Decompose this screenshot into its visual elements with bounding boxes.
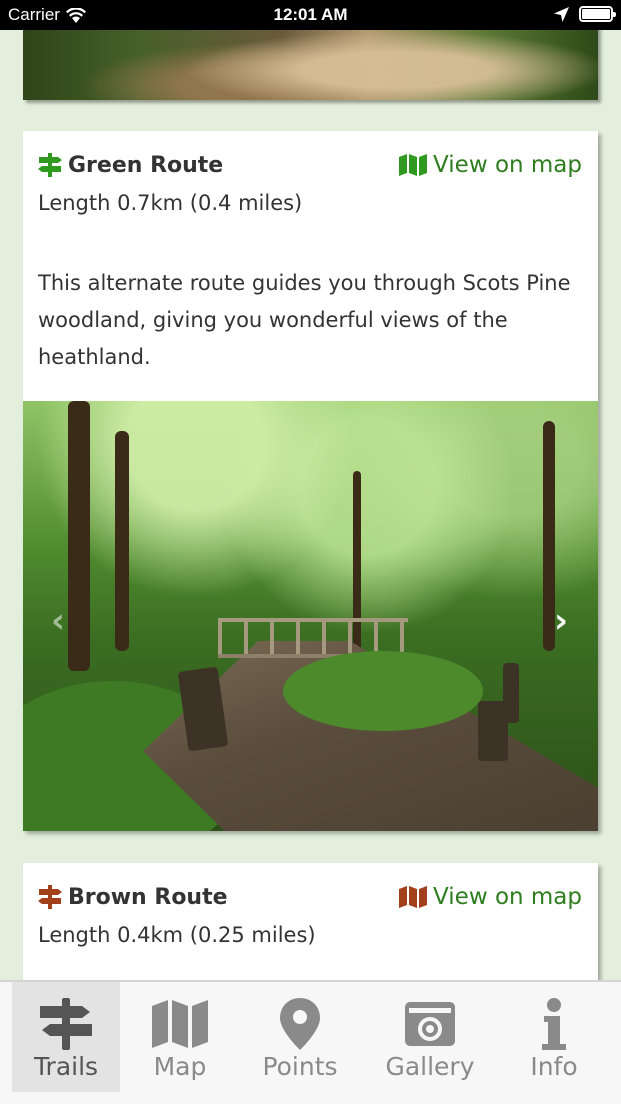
tree-stump [503,663,519,723]
tab-label: Points [262,1052,338,1081]
view-on-map-label: View on map [433,884,582,910]
route-length: Length 0.7km (0.4 miles) [38,191,303,215]
carousel-next-button[interactable]: › [554,601,568,641]
tab-points[interactable]: Points [246,982,354,1092]
pin-icon [280,998,320,1050]
battery-icon [579,6,616,22]
tab-bar: Trails Map Points Gallery Info [0,980,621,1104]
tab-label: Trails [33,1052,99,1081]
tab-label: Info [530,1052,578,1081]
map-icon [399,886,428,908]
status-bar: Carrier 12:01 AM [0,0,621,30]
info-icon [542,998,566,1050]
route-description: This alternate route guides you through … [38,271,571,369]
clock: 12:01 AM [273,5,348,24]
carousel-prev-button[interactable]: ‹ [51,601,65,641]
signpost-icon [38,153,62,177]
route-length: Length 0.4km (0.25 miles) [38,923,316,947]
location-arrow-icon [554,6,569,22]
trail-list[interactable]: Green Route View on map Length 0.7km (0.… [0,0,621,980]
tab-gallery[interactable]: Gallery [376,982,484,1092]
tab-trails[interactable]: Trails [12,982,120,1092]
camera-icon [405,1002,455,1046]
route-title: Green Route [68,153,224,178]
route-photo-carousel[interactable]: ‹ › [23,401,598,831]
map-icon [152,1000,208,1048]
tab-map[interactable]: Map [126,982,234,1092]
map-icon [399,154,428,176]
tab-info[interactable]: Info [500,982,608,1092]
tree-trunk [68,401,90,671]
tab-label: Map [153,1052,207,1081]
signpost-icon [38,885,62,909]
view-on-map-link[interactable]: View on map [399,152,582,178]
view-on-map-label: View on map [433,152,582,178]
view-on-map-link[interactable]: View on map [399,884,582,910]
route-card-green: Green Route View on map Length 0.7km (0.… [23,131,598,831]
route-title: Brown Route [68,885,228,910]
status-indicators [554,6,616,22]
signpost-icon [40,998,92,1050]
undergrowth [283,651,483,731]
route-card-brown: Brown Route View on map Length 0.4km (0.… [23,863,598,980]
tree-trunk [115,431,129,651]
tab-label: Gallery [385,1052,475,1081]
